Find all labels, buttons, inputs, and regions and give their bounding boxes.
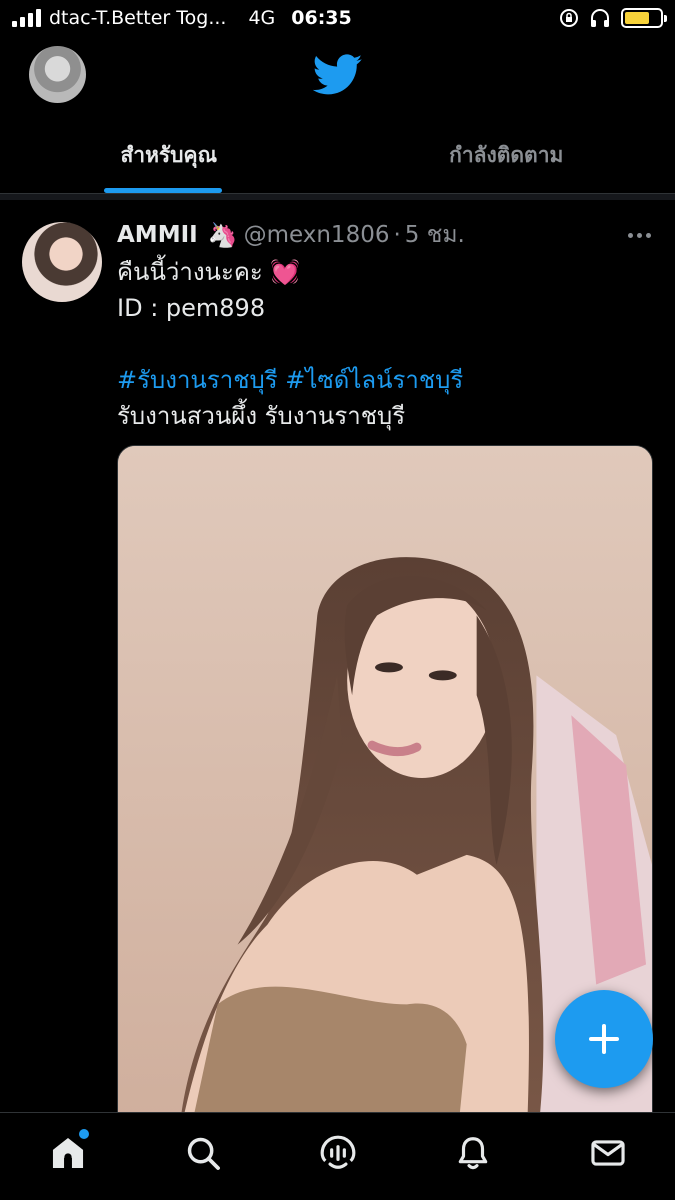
nav-spaces[interactable] <box>303 1123 373 1183</box>
orientation-lock-icon <box>560 9 578 27</box>
search-icon <box>187 1137 220 1170</box>
tweet-header: AMMII 🦄 @mexn1806 · 5 ชม. <box>117 218 651 252</box>
nav-messages[interactable] <box>573 1123 643 1183</box>
compose-tweet-button[interactable] <box>555 990 653 1088</box>
tweet-line-text: คืนนี้ว่างนะคะ <box>117 258 263 286</box>
tab-for-you-label: สำหรับคุณ <box>120 143 218 167</box>
messages-icon <box>590 1139 625 1166</box>
tweet-line: รับงานสวนผึ้ง รับงานราชบุรี <box>117 398 637 434</box>
tweet-author-avatar[interactable] <box>22 222 102 302</box>
tweet-line-text: รับงานสวนผึ้ง รับงานราชบุรี <box>117 402 406 430</box>
nav-home[interactable] <box>33 1123 103 1183</box>
timeline-tabs: สำหรับคุณ กำลังติดตาม <box>0 118 675 194</box>
hashtag-link[interactable]: #รับงานราชบุรี <box>117 366 278 394</box>
tweet[interactable]: AMMII 🦄 @mexn1806 · 5 ชม. คืนนี้ว่างนะคะ… <box>0 200 675 1112</box>
tweet-line: #รับงานราชบุรี #ไซด์ไลน์ราชบุรี <box>117 362 637 398</box>
status-bar: dtac-T.Better Tog... 4G 06:35 <box>0 0 675 36</box>
plus-icon <box>589 1024 619 1054</box>
active-tab-indicator <box>104 188 222 193</box>
carrier-name: dtac-T.Better Tog... <box>49 7 227 29</box>
nav-notifications[interactable] <box>438 1123 508 1183</box>
tweet-timestamp: 5 ชม. <box>404 222 465 248</box>
nav-search[interactable] <box>168 1123 238 1183</box>
unicorn-emoji: 🦄 <box>207 221 238 249</box>
tweet-line: คืนนี้ว่างนะคะ 💓 <box>117 254 637 290</box>
twitter-bird-icon[interactable] <box>313 54 363 96</box>
home-notification-dot <box>78 1128 89 1139</box>
tab-for-you[interactable]: สำหรับคุณ <box>0 118 338 193</box>
bottom-nav <box>0 1112 675 1200</box>
heart-emoji: 💓 <box>270 258 301 286</box>
tweet-line: ID : pem898 <box>117 290 637 326</box>
more-options-icon[interactable] <box>628 232 651 238</box>
tweet-text: คืนนี้ว่างนะคะ 💓 ID : pem898 #รับงานราชบ… <box>117 254 637 434</box>
battery-icon <box>621 8 667 28</box>
spaces-icon <box>320 1135 355 1169</box>
headphones-icon <box>591 9 609 27</box>
tweet-line-text: ID : pem898 <box>117 294 266 322</box>
tab-following[interactable]: กำลังติดตาม <box>338 118 675 193</box>
home-icon <box>52 1137 83 1168</box>
signal-icon <box>12 9 41 27</box>
notifications-icon <box>458 1136 487 1169</box>
hashtag-link[interactable]: #ไซด์ไลน์ราชบุรี <box>285 366 463 394</box>
tab-following-label: กำลังติดตาม <box>449 143 564 167</box>
app-header <box>0 36 675 116</box>
author-handle[interactable]: @mexn1806 <box>244 222 390 248</box>
author-name[interactable]: AMMII <box>117 222 198 248</box>
profile-avatar[interactable] <box>29 46 86 103</box>
meta-separator: · <box>393 222 401 248</box>
network-type: 4G <box>248 7 276 29</box>
clock: 06:35 <box>291 7 352 29</box>
